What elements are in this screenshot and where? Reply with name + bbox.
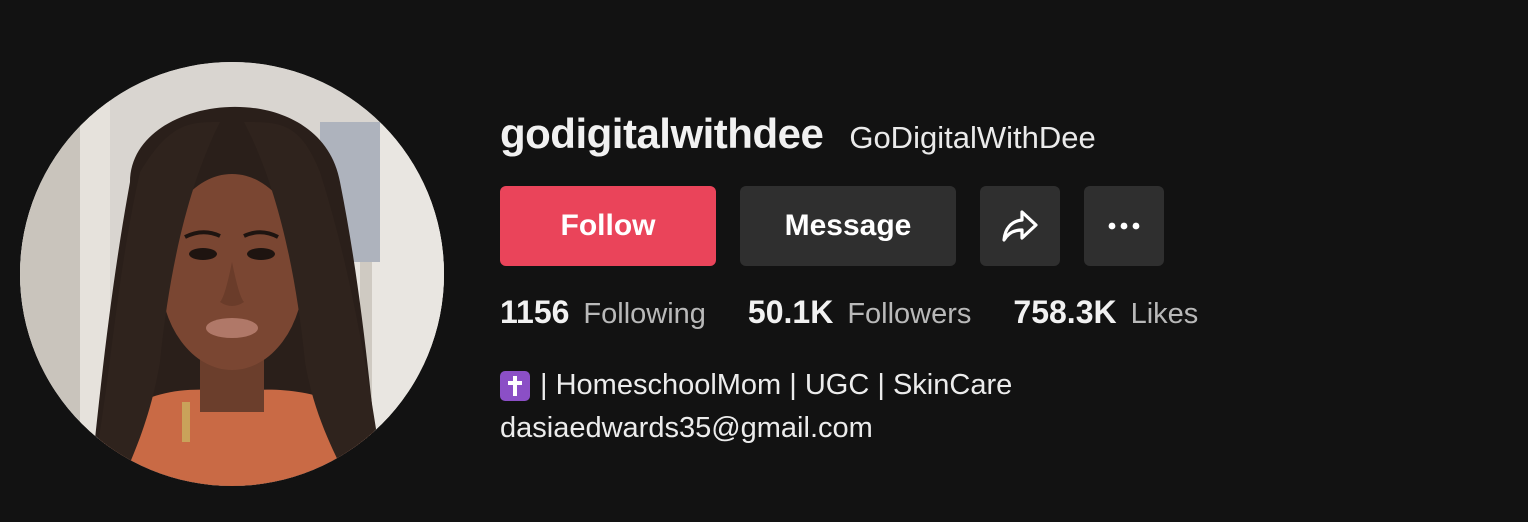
stat-label: Following [583, 298, 706, 330]
username: godigitalwithdee [500, 110, 824, 157]
bio: | HomeschoolMom | UGC | SkinCare dasiaed… [500, 364, 1012, 450]
more-button[interactable] [1084, 186, 1164, 266]
follow-button[interactable]: Follow [500, 186, 716, 266]
bio-line-2: dasiaedwards35@gmail.com [500, 407, 1012, 450]
stat-following[interactable]: 1156 Following [500, 294, 706, 331]
bio-email: dasiaedwards35@gmail.com [500, 412, 873, 444]
nickname: GoDigitalWithDee [849, 120, 1096, 155]
stat-followers[interactable]: 50.1K Followers [748, 294, 971, 331]
profile-stats: 1156 Following 50.1K Followers 758.3K Li… [500, 294, 1240, 331]
stat-value: 50.1K [747, 294, 834, 330]
stat-label: Likes [1130, 298, 1199, 330]
message-button[interactable]: Message [740, 186, 956, 266]
avatar-photo [20, 62, 444, 486]
more-horizontal-icon [1108, 222, 1140, 230]
stat-likes: 758.3K Likes [1013, 294, 1198, 331]
share-button[interactable] [980, 186, 1060, 266]
bio-line-1: | HomeschoolMom | UGC | SkinCare [500, 364, 1012, 407]
stat-label: Followers [847, 298, 972, 330]
profile-header: godigitalwithdee GoDigitalWithDee Follow… [0, 0, 1528, 522]
stat-value: 758.3K [1013, 294, 1117, 330]
name-row: godigitalwithdee GoDigitalWithDee [500, 108, 1096, 160]
stat-value: 1156 [500, 294, 570, 330]
action-buttons: Follow Message [500, 186, 1164, 266]
share-arrow-icon [1002, 210, 1038, 242]
avatar[interactable] [20, 62, 444, 486]
latin-cross-emoji-icon [500, 370, 530, 401]
bio-text: | HomeschoolMom | UGC | SkinCare [540, 369, 1013, 401]
profile-info: godigitalwithdee GoDigitalWithDee Follow… [500, 108, 1198, 444]
